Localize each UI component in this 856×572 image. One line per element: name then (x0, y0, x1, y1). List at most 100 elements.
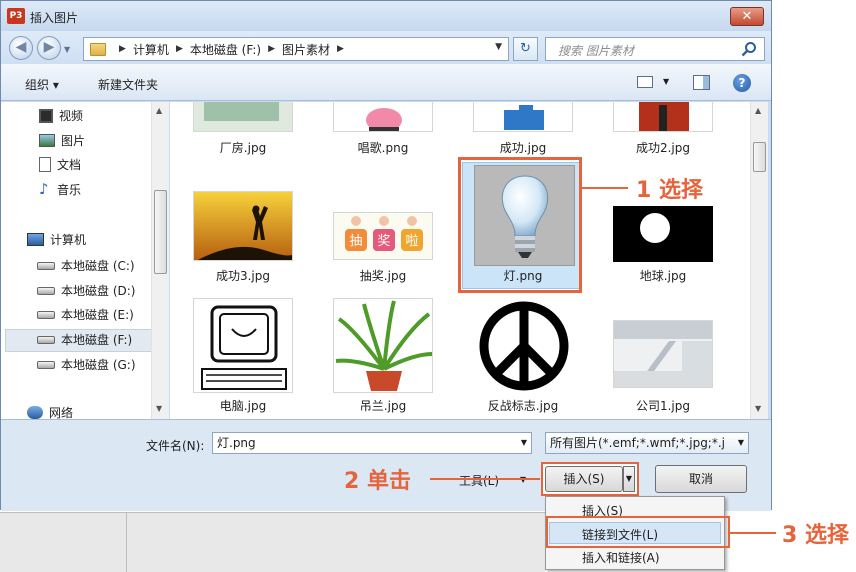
view-dropdown-icon[interactable]: ▼ (663, 77, 669, 86)
menu-item-insert-and-link[interactable]: 插入和链接(A) (582, 549, 660, 566)
drive-icon (37, 261, 55, 270)
documents-icon (39, 157, 51, 172)
cancel-button[interactable]: 取消 (655, 465, 747, 493)
thumbnail-success[interactable] (473, 102, 573, 132)
computer-drawing-image (194, 299, 292, 392)
breadcrumb-drive-f[interactable]: 本地磁盘 (F:) (190, 41, 261, 58)
chevron-down-icon: ▼ (625, 474, 633, 483)
refresh-icon: ↻ (520, 41, 531, 56)
sidebar-item-videos[interactable]: 视频 (39, 107, 83, 124)
file-name[interactable]: 反战标志.jpg (453, 397, 593, 414)
sidebar-item-drive-d[interactable]: 本地磁盘 (D:) (37, 282, 135, 299)
drive-icon (37, 286, 55, 295)
file-name[interactable]: 成功.jpg (453, 139, 593, 156)
scroll-down-icon[interactable]: ▼ (755, 404, 761, 413)
sidebar-item-drive-f[interactable]: 本地磁盘 (F:) (37, 331, 132, 348)
drive-icon (37, 335, 55, 344)
sidebar-item-label: 本地磁盘 (E:) (61, 308, 134, 322)
sidebar-item-music[interactable]: ♪ 音乐 (39, 181, 81, 198)
forward-arrow-icon: ▶ (43, 39, 55, 55)
filename-dropdown-icon[interactable]: ▼ (521, 433, 527, 453)
sidebar-item-pictures[interactable]: 图片 (39, 132, 85, 149)
back-button[interactable]: ◀ (9, 36, 33, 60)
close-icon: ✕ (741, 9, 753, 24)
thumbnail-success2[interactable] (613, 102, 713, 132)
file-list-scrollbar[interactable]: ▲ ▼ (750, 102, 768, 419)
navigation-bar: ◀ ▶ ▼ ▶ 计算机 ▶ 本地磁盘 (F:) ▶ 图片素材 ▶ ▼ ↻ 搜索 … (1, 31, 771, 64)
help-icon[interactable]: ? (733, 74, 751, 92)
tools-menu[interactable]: 工具(L) (459, 472, 499, 489)
step3-callout: 3 选择 (782, 523, 849, 548)
history-dropdown-icon[interactable]: ▼ (64, 45, 70, 54)
thumbnail-factory[interactable] (193, 102, 293, 132)
forward-button[interactable]: ▶ (37, 36, 61, 60)
preview-pane-icon[interactable] (693, 75, 710, 90)
puzzle-image (474, 102, 572, 131)
organize-menu[interactable]: 组织 ▾ (25, 76, 59, 93)
file-name[interactable]: 厂房.jpg (173, 139, 313, 156)
step2-callout-line (430, 478, 540, 480)
breadcrumb-separator-icon[interactable]: ▶ (119, 44, 126, 54)
thumbnail-singing[interactable] (333, 102, 433, 132)
sidebar-item-drive-e[interactable]: 本地磁盘 (E:) (37, 306, 134, 323)
change-view-icon[interactable] (637, 76, 653, 88)
lottery-text: 抽 (349, 234, 362, 249)
breadcrumb-pictures-folder[interactable]: 图片素材 (282, 41, 330, 58)
silhouette-image (194, 192, 292, 260)
thumbnail-earth[interactable] (613, 206, 713, 262)
file-name[interactable]: 地球.jpg (593, 267, 733, 284)
thumbnail-success3[interactable] (193, 191, 293, 261)
factory-image (194, 102, 292, 131)
thumbnail-peace-sign[interactable] (473, 298, 573, 393)
file-name[interactable]: 成功2.jpg (593, 139, 733, 156)
pictures-icon (39, 134, 55, 147)
refresh-button[interactable]: ↻ (513, 37, 538, 61)
file-type-dropdown-icon[interactable]: ▼ (738, 433, 744, 453)
thumbnail-plant[interactable] (333, 298, 433, 393)
sidebar-item-label: 图片 (61, 134, 86, 148)
step2-callout: 2 单击 (344, 469, 411, 494)
scrollbar-thumb[interactable] (154, 190, 167, 274)
network-icon (27, 406, 43, 419)
sidebar-item-network[interactable]: 网络 (27, 404, 73, 419)
step1-highlight-box (458, 157, 582, 293)
breadcrumb-separator-icon[interactable]: ▶ (337, 44, 344, 54)
file-name[interactable]: 电脑.jpg (173, 397, 313, 414)
file-name[interactable]: 抽奖.jpg (313, 267, 453, 284)
scroll-up-icon[interactable]: ▲ (156, 106, 162, 115)
thumbnail-company[interactable] (613, 320, 713, 388)
search-input[interactable]: 搜索 图片素材 (545, 37, 765, 61)
sidebar-item-drive-c[interactable]: 本地磁盘 (C:) (37, 257, 135, 274)
scrollbar-thumb[interactable] (753, 142, 766, 172)
sidebar-item-drive-g[interactable]: 本地磁盘 (G:) (37, 356, 136, 373)
sidebar-item-label: 视频 (59, 109, 84, 123)
drive-icon (37, 360, 55, 369)
breadcrumb-separator-icon[interactable]: ▶ (268, 44, 275, 54)
close-button[interactable]: ✕ (730, 7, 764, 26)
command-toolbar: 组织 ▾ 新建文件夹 ▼ ? (1, 64, 771, 101)
file-name[interactable]: 唱歌.png (313, 139, 453, 156)
insert-dropdown-arrow[interactable]: ▼ (623, 466, 635, 492)
sidebar-item-label: 网络 (49, 406, 74, 419)
sidebar-item-computer[interactable]: 计算机 (27, 231, 86, 248)
scroll-down-icon[interactable]: ▼ (156, 404, 162, 413)
file-type-select[interactable]: 所有图片(*.emf;*.wmf;*.jpg;*.j ▼ (545, 432, 749, 454)
insert-button[interactable]: 插入(S) (545, 466, 623, 492)
sidebar-item-documents[interactable]: 文档 (39, 156, 81, 173)
new-folder-button[interactable]: 新建文件夹 (98, 76, 158, 93)
breadcrumb-computer[interactable]: 计算机 (133, 41, 169, 58)
file-name[interactable]: 公司1.jpg (593, 397, 733, 414)
search-icon[interactable] (741, 41, 757, 57)
breadcrumb-separator-icon[interactable]: ▶ (176, 44, 183, 54)
thumbnail-lottery[interactable]: 抽 奖 啦 (333, 212, 433, 260)
scroll-up-icon[interactable]: ▲ (755, 106, 761, 115)
file-name[interactable]: 吊兰.jpg (313, 397, 453, 414)
sidebar-scrollbar[interactable]: ▲ ▼ (151, 102, 169, 419)
computer-icon (27, 233, 44, 246)
file-name[interactable]: 成功3.jpg (173, 267, 313, 284)
address-bar[interactable]: ▶ 计算机 ▶ 本地磁盘 (F:) ▶ 图片素材 ▶ ▼ (83, 37, 509, 61)
folder-icon (90, 42, 106, 56)
thumbnail-computer[interactable] (193, 298, 293, 393)
address-dropdown-icon[interactable]: ▼ (495, 42, 502, 52)
filename-input[interactable]: 灯.png ▼ (212, 432, 532, 454)
